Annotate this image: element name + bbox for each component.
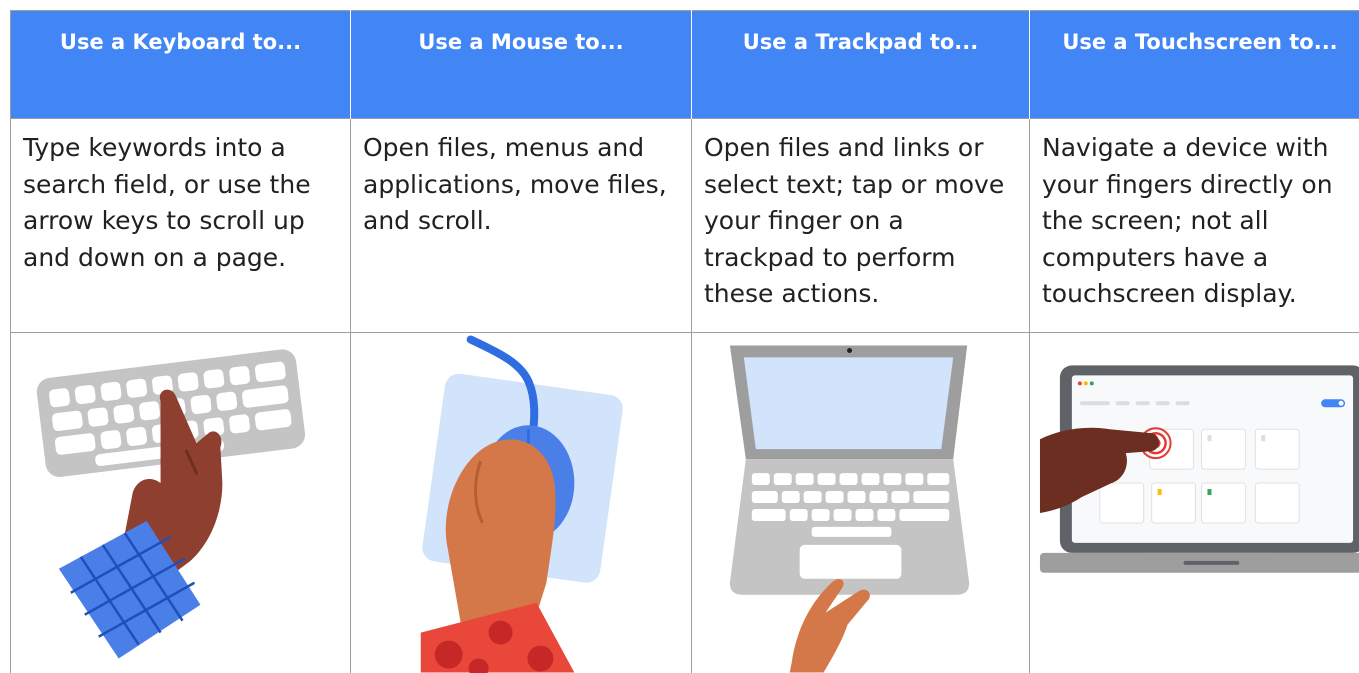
- illustration-cell-touchscreen: [1029, 332, 1359, 673]
- description-touchscreen: Navigate a device with your fingers dire…: [1029, 118, 1359, 333]
- header-trackpad: Use a Trackpad to...: [691, 10, 1030, 119]
- touchscreen-laptop-illustration: [1039, 365, 1359, 573]
- description-row: Type keywords into a search field, or us…: [10, 118, 1359, 333]
- description-trackpad: Open files and links or select text; tap…: [691, 118, 1030, 333]
- illustration-cell-mouse: [350, 332, 692, 673]
- header-mouse: Use a Mouse to...: [350, 10, 692, 119]
- mouse-hand-illustration: [420, 335, 623, 673]
- illustration-cell-keyboard: [10, 332, 351, 673]
- header-row: Use a Keyboard to... Use a Mouse to... U…: [10, 10, 1359, 119]
- header-touchscreen: Use a Touchscreen to...: [1029, 10, 1359, 119]
- input-devices-table: Use a Keyboard to... Use a Mouse to... U…: [10, 10, 1359, 673]
- description-mouse: Open files, menus and applications, move…: [350, 118, 692, 333]
- laptop-trackpad-illustration: [729, 345, 970, 673]
- illustration-cell-trackpad: [691, 332, 1030, 673]
- document-page: Use a Keyboard to... Use a Mouse to... U…: [0, 0, 1359, 673]
- keyboard-hand-illustration: [36, 349, 306, 659]
- description-keyboard: Type keywords into a search field, or us…: [10, 118, 351, 333]
- illustration-row: [10, 332, 1359, 673]
- header-keyboard: Use a Keyboard to...: [10, 10, 351, 119]
